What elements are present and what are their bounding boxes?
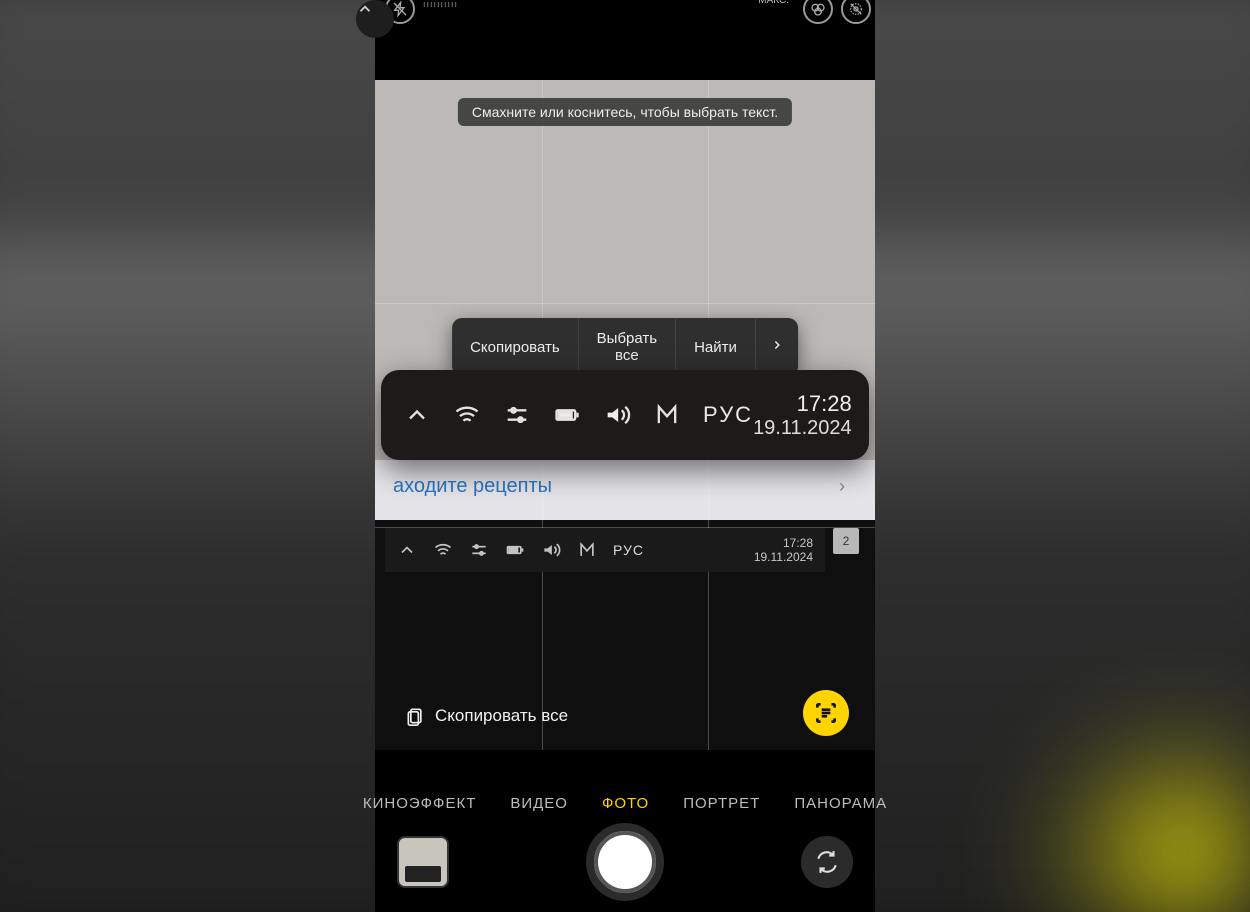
live-photo-toggle-button[interactable] [841,0,871,24]
grid-line [375,303,875,304]
clipboard-icon [405,706,425,726]
volume-icon [541,540,561,560]
format-indicator: HEIF МАКС. [758,0,789,6]
copy-all-label: Скопировать все [435,706,568,726]
sliders-icon [469,540,489,560]
photo-partial-text: аходите рецепты [393,475,552,497]
wifi-icon [453,401,481,429]
flip-camera-button[interactable] [801,836,853,888]
brand-m-icon [653,401,681,429]
date-small: 19.11.2024 [754,550,813,564]
mode-panorama[interactable]: ПАНОРАМА [794,795,887,812]
live-text-button[interactable] [803,690,849,736]
date-value: 19.11.2024 [753,417,852,440]
camera-bottom-controls [375,818,875,906]
photo-windows-taskbar-small: РУС 17:28 19.11.2024 [385,528,825,572]
battery-icon [505,540,525,560]
volume-icon [603,401,631,429]
notification-count: 2 [843,534,850,548]
ev-scale: ıııııııııı [423,0,458,9]
photo-recipe-bar: аходите рецепты [375,460,875,520]
chevron-up-icon [397,540,417,560]
wifi-icon [433,540,453,560]
brand-m-icon [577,540,597,560]
shutter-button[interactable] [586,823,664,901]
chevron-up-icon [403,401,431,429]
hint-text: Смахните или коснитесь, чтобы выбрать те… [472,104,778,120]
language-indicator: РУС [703,402,753,428]
context-copy-button[interactable]: Скопировать [452,318,579,376]
camera-app: 0,0 ıııııııııı HEIF МАКС. аходите рецепт… [375,0,875,912]
context-find-button[interactable]: Найти [676,318,756,376]
camera-top-bar: 0,0 ıııııııııı HEIF МАКС. [375,0,875,20]
mode-photo[interactable]: ФОТО [602,795,649,812]
time-small: 17:28 [754,536,813,550]
mode-cinematic[interactable]: КИНОЭФФЕКТ [363,795,477,812]
datetime-block: 17:28 19.11.2024 [753,391,852,440]
live-text-hint: Смахните или коснитесь, чтобы выбрать те… [458,98,792,126]
datetime-small: 17:28 19.11.2024 [754,536,813,565]
selected-text-magnifier: РУС 17:28 19.11.2024 [381,370,869,460]
context-menu-pointer [617,360,633,370]
copy-all-button[interactable]: Скопировать все [405,706,568,726]
sliders-icon [503,401,531,429]
magnifier-tray-icons [403,401,681,429]
context-more-button[interactable] [756,318,798,376]
chevron-right-icon: › [839,476,845,497]
time-value: 17:28 [753,391,852,417]
format-line2: МАКС. [758,0,789,6]
notification-badge: 2 [833,528,859,554]
camera-mode-selector[interactable]: КИНОЭФФЕКТ ВИДЕО ФОТО ПОРТРЕТ ПАНОРАМА [375,795,875,812]
language-indicator: РУС [613,542,644,558]
last-photo-thumbnail[interactable] [397,836,449,888]
exposure-value: 0,0 ıııııııııı [423,0,458,10]
collapse-controls-button[interactable] [356,0,394,38]
camera-viewfinder[interactable]: аходите рецепты › РУС 17:28 19.11.2024 2 [375,80,875,750]
filter-toggle-button[interactable] [803,0,833,24]
battery-icon [553,401,581,429]
mode-video[interactable]: ВИДЕО [510,795,568,812]
mode-portrait[interactable]: ПОРТРЕТ [683,795,760,812]
